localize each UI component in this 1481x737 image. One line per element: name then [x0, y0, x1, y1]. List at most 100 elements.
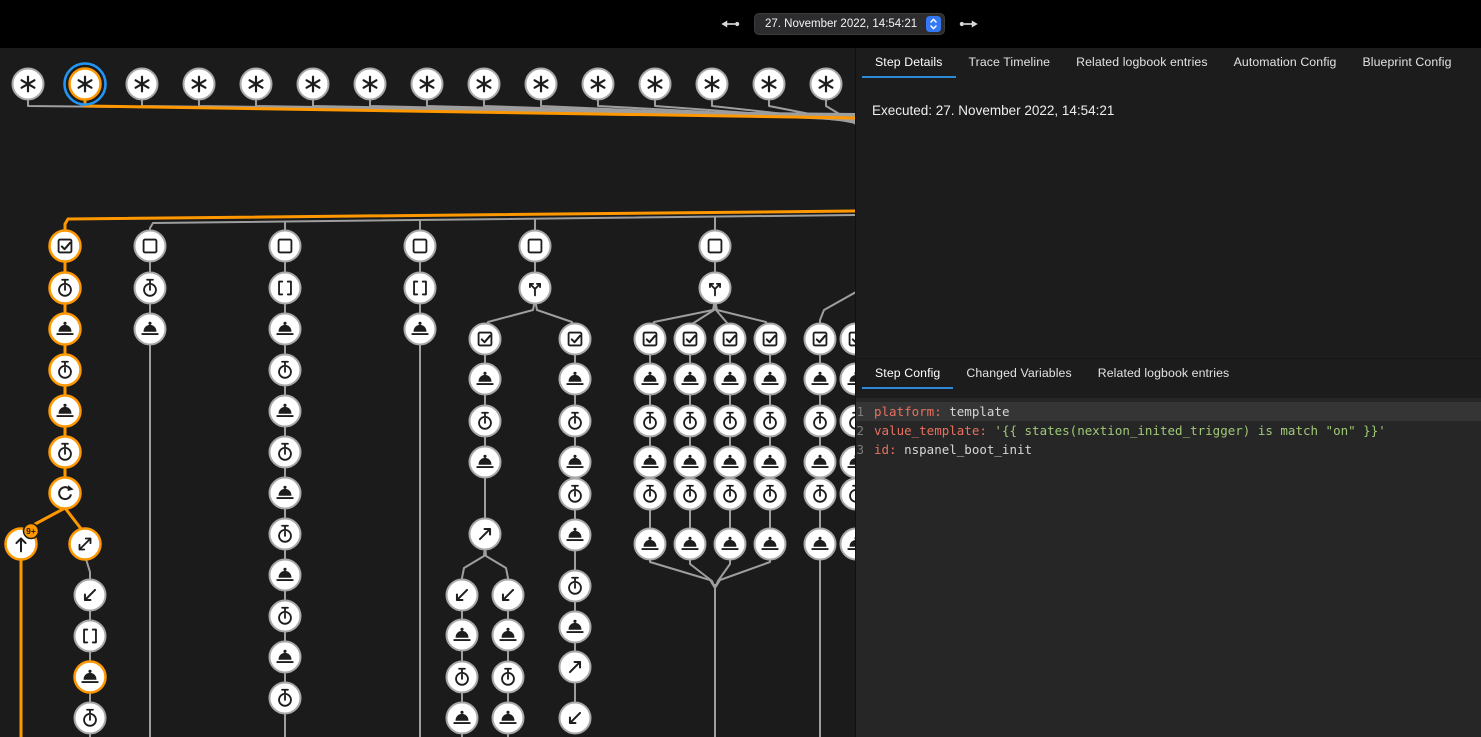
trace-node-timer[interactable]: [470, 406, 501, 437]
trace-node-dome[interactable]: [447, 620, 478, 651]
trace-node-timer[interactable]: [270, 683, 301, 714]
trace-node-timer[interactable]: [447, 662, 478, 693]
trace-node-dome[interactable]: [405, 314, 436, 345]
trace-node-timer[interactable]: [493, 662, 524, 693]
tab-automation-config[interactable]: Automation Config: [1221, 48, 1350, 78]
trace-node-timer[interactable]: [675, 479, 706, 510]
trace-node-dome[interactable]: [135, 314, 166, 345]
trace-node-arrow-bl[interactable]: [75, 580, 106, 611]
trace-node-dome[interactable]: [470, 447, 501, 478]
trace-node-timer[interactable]: [50, 437, 81, 468]
tab-related-logbook-entries[interactable]: Related logbook entries: [1085, 359, 1243, 389]
trace-node-dome[interactable]: [560, 447, 591, 478]
trace-node-check-square[interactable]: [805, 324, 836, 355]
trace-node-asterisk[interactable]: [754, 69, 785, 100]
trace-node-asterisk[interactable]: [469, 69, 500, 100]
trace-run-select[interactable]: 27. November 2022, 14:54:21: [754, 13, 945, 35]
trace-node-timer[interactable]: [50, 355, 81, 386]
trace-node-arrow-bl[interactable]: [493, 580, 524, 611]
trace-node-timer[interactable]: [715, 406, 746, 437]
trace-node-timer[interactable]: [675, 406, 706, 437]
trace-node-dome[interactable]: [755, 529, 786, 560]
trace-node-arrow-bl[interactable]: [560, 703, 591, 734]
trace-node-asterisk[interactable]: [412, 69, 443, 100]
trace-node-brackets[interactable]: [270, 273, 301, 304]
trace-node-arrow-tr[interactable]: [470, 519, 501, 550]
trace-node-timer[interactable]: [50, 273, 81, 304]
trace-node-dome[interactable]: [470, 364, 501, 395]
trace-node-dome[interactable]: [715, 447, 746, 478]
trace-node-dome[interactable]: [635, 447, 666, 478]
trace-node-dome[interactable]: [755, 364, 786, 395]
trace-node-asterisk[interactable]: [811, 69, 842, 100]
trace-node-timer[interactable]: [75, 703, 106, 734]
trace-node-dome[interactable]: [75, 662, 106, 693]
trace-node-dome[interactable]: [715, 529, 746, 560]
tab-blueprint-config[interactable]: Blueprint Config: [1349, 48, 1464, 78]
trace-node-asterisk[interactable]: [697, 69, 728, 100]
trace-node-square[interactable]: [270, 231, 301, 262]
trace-node-asterisk[interactable]: [298, 69, 329, 100]
trace-node-dome[interactable]: [493, 703, 524, 734]
trace-node-check-square[interactable]: [755, 324, 786, 355]
trace-node-dome[interactable]: [270, 314, 301, 345]
trace-node-square[interactable]: [135, 231, 166, 262]
trace-node-repeat[interactable]: [50, 478, 81, 509]
trace-node-timer[interactable]: [560, 571, 591, 602]
trace-node-dome[interactable]: [560, 364, 591, 395]
trace-node-dome[interactable]: [635, 364, 666, 395]
trace-node-timer[interactable]: [635, 406, 666, 437]
trace-node-dome[interactable]: [805, 447, 836, 478]
trace-node-timer[interactable]: [560, 406, 591, 437]
trace-node-square[interactable]: [520, 231, 551, 262]
trace-node-split[interactable]: [70, 529, 101, 560]
trace-node-timer[interactable]: [805, 479, 836, 510]
trace-node-asterisk[interactable]: [355, 69, 386, 100]
trace-node-dome[interactable]: [50, 314, 81, 345]
trace-node-dome[interactable]: [560, 612, 591, 643]
trace-node-asterisk[interactable]: [65, 64, 106, 105]
trace-node-timer[interactable]: [270, 355, 301, 386]
trace-node-asterisk[interactable]: [526, 69, 557, 100]
trace-node-dome[interactable]: [755, 447, 786, 478]
trace-node-check-square[interactable]: [841, 324, 856, 355]
trace-node-dome[interactable]: [805, 529, 836, 560]
trace-node-brackets[interactable]: [405, 273, 436, 304]
trace-node-timer[interactable]: [715, 479, 746, 510]
trace-node-dome[interactable]: [675, 364, 706, 395]
trace-node-asterisk[interactable]: [583, 69, 614, 100]
tab-trace-timeline[interactable]: Trace Timeline: [956, 48, 1064, 78]
trace-node-dome[interactable]: [675, 447, 706, 478]
trace-node-dome[interactable]: [841, 364, 856, 395]
trace-node-dome[interactable]: [841, 447, 856, 478]
next-trace-button[interactable]: [958, 13, 980, 35]
trace-node-dome[interactable]: [270, 560, 301, 591]
trace-node-dome[interactable]: [270, 478, 301, 509]
trace-node-asterisk[interactable]: [13, 69, 44, 100]
trace-node-square[interactable]: [700, 231, 731, 262]
tab-related-logbook-entries[interactable]: Related logbook entries: [1063, 48, 1221, 78]
trace-node-check-square[interactable]: [560, 324, 591, 355]
trace-node-timer[interactable]: [270, 519, 301, 550]
trace-node-arrow-tr[interactable]: [560, 652, 591, 683]
trace-node-asterisk[interactable]: [241, 69, 272, 100]
trace-node-check-square[interactable]: [635, 324, 666, 355]
trace-node-choose[interactable]: [520, 273, 551, 304]
tab-step-config[interactable]: Step Config: [862, 359, 953, 389]
trace-node-timer[interactable]: [270, 601, 301, 632]
trace-node-timer[interactable]: [755, 479, 786, 510]
trace-node-dome[interactable]: [270, 396, 301, 427]
trace-node-brackets[interactable]: [75, 621, 106, 652]
trace-node-check-square[interactable]: [50, 231, 81, 262]
trace-node-timer[interactable]: [635, 479, 666, 510]
trace-node-timer[interactable]: [805, 406, 836, 437]
trace-node-timer[interactable]: [755, 406, 786, 437]
trace-node-timer[interactable]: [135, 273, 166, 304]
trace-node-dome[interactable]: [805, 364, 836, 395]
trace-node-dome[interactable]: [841, 529, 856, 560]
trace-node-dome[interactable]: [715, 364, 746, 395]
trace-node-choose[interactable]: [700, 273, 731, 304]
trace-node-timer[interactable]: [841, 406, 856, 437]
trace-node-dome[interactable]: [493, 620, 524, 651]
trace-node-asterisk[interactable]: [127, 69, 158, 100]
